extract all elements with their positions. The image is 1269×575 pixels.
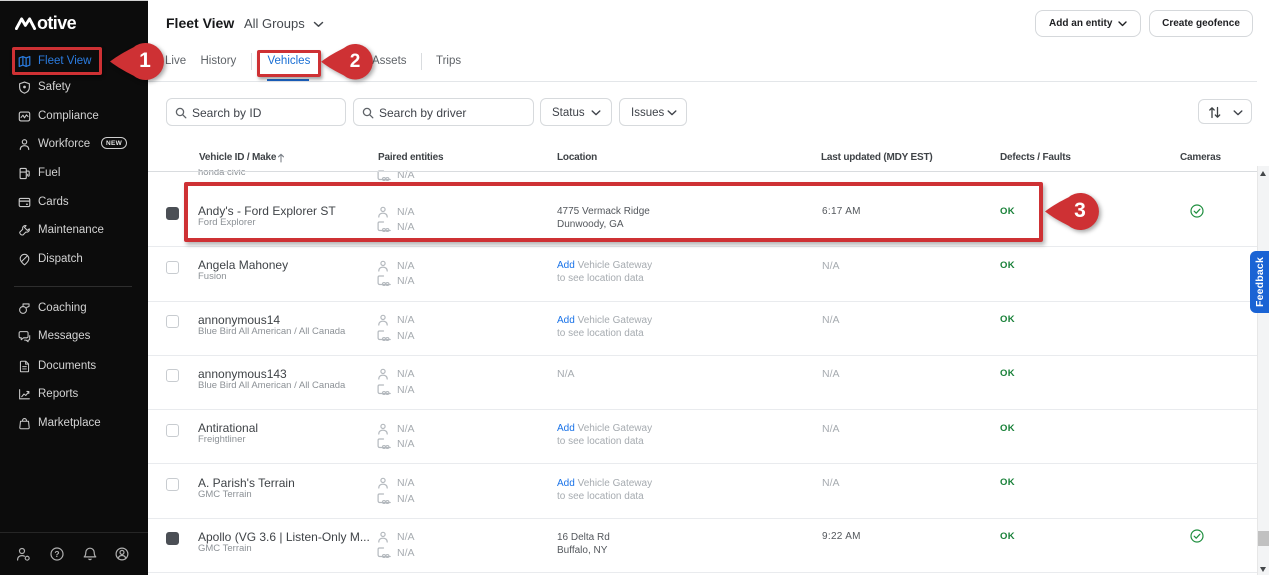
svg-text:?: ? bbox=[54, 549, 59, 559]
svg-text:otive: otive bbox=[37, 13, 77, 30]
